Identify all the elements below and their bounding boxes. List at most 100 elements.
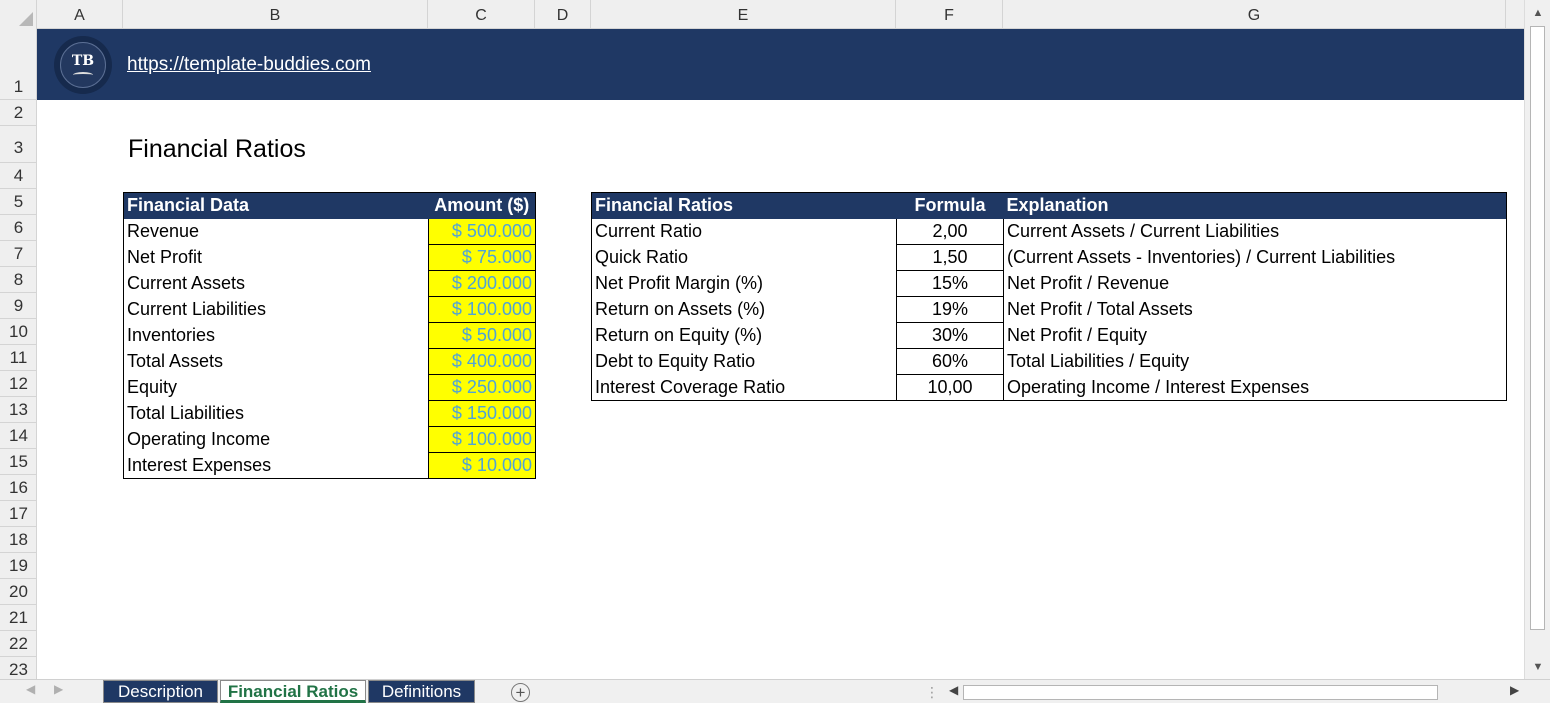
data-label-cell[interactable]: Net Profit bbox=[123, 244, 429, 271]
tab-scroll-left-icon[interactable]: ◀ bbox=[26, 682, 35, 696]
scroll-left-icon[interactable]: ◀ bbox=[949, 683, 958, 697]
column-heading-financial-ratios[interactable]: Financial Ratios bbox=[591, 192, 897, 219]
ratio-name-cell[interactable]: Return on Assets (%) bbox=[591, 296, 897, 323]
scroll-down-icon[interactable]: ▼ bbox=[1529, 658, 1547, 676]
data-label-cell[interactable]: Interest Expenses bbox=[123, 452, 429, 479]
row-header[interactable]: 19 bbox=[0, 553, 36, 579]
table-row: Total Assets $ 400.000 bbox=[123, 348, 536, 375]
row-header[interactable]: 11 bbox=[0, 345, 36, 371]
row-header[interactable]: 3 bbox=[0, 126, 36, 163]
ratio-explanation-cell[interactable]: Net Profit / Equity bbox=[1003, 322, 1507, 349]
column-heading-amount[interactable]: Amount ($) bbox=[428, 192, 536, 219]
ratio-name-cell[interactable]: Quick Ratio bbox=[591, 244, 897, 271]
tab-scroll-right-icon[interactable]: ▶ bbox=[54, 682, 63, 696]
column-heading-explanation[interactable]: Explanation bbox=[1003, 192, 1507, 219]
tab-splitter-handle[interactable]: ⋮ bbox=[925, 684, 939, 701]
data-label-cell[interactable]: Revenue bbox=[123, 218, 429, 245]
amount-input-cell[interactable]: $ 400.000 bbox=[428, 348, 536, 375]
ratio-value-cell[interactable]: 10,00 bbox=[896, 374, 1004, 401]
column-header-a[interactable]: A bbox=[37, 0, 123, 29]
row-header[interactable]: 9 bbox=[0, 293, 36, 319]
add-sheet-icon[interactable]: + bbox=[511, 683, 530, 702]
data-label-cell[interactable]: Operating Income bbox=[123, 426, 429, 453]
column-heading-formula[interactable]: Formula bbox=[896, 192, 1004, 219]
column-header-b[interactable]: B bbox=[123, 0, 428, 29]
scroll-up-icon[interactable]: ▲ bbox=[1529, 4, 1547, 22]
row-header[interactable]: 16 bbox=[0, 475, 36, 501]
ratio-name-cell[interactable]: Return on Equity (%) bbox=[591, 322, 897, 349]
website-link[interactable]: https://template-buddies.com bbox=[127, 54, 371, 76]
amount-input-cell[interactable]: $ 100.000 bbox=[428, 426, 536, 453]
row-header[interactable]: 22 bbox=[0, 631, 36, 657]
logo-text: TB bbox=[71, 53, 95, 69]
ratio-name-cell[interactable]: Current Ratio bbox=[591, 218, 897, 245]
amount-input-cell[interactable]: $ 500.000 bbox=[428, 218, 536, 245]
amount-input-cell[interactable]: $ 150.000 bbox=[428, 400, 536, 427]
column-header-g[interactable]: G bbox=[1003, 0, 1506, 29]
ratio-value-cell[interactable]: 1,50 bbox=[896, 244, 1004, 271]
scroll-right-icon[interactable]: ▶ bbox=[1510, 683, 1519, 697]
row-header[interactable]: 14 bbox=[0, 423, 36, 449]
ratio-name-cell[interactable]: Interest Coverage Ratio bbox=[591, 374, 897, 401]
table-row: Net Profit Margin (%) 15% Net Profit / Rev… bbox=[591, 270, 1507, 297]
book-icon bbox=[73, 72, 93, 78]
ratio-name-cell[interactable]: Net Profit Margin (%) bbox=[591, 270, 897, 297]
column-header-f[interactable]: F bbox=[896, 0, 1003, 29]
ratio-value-cell[interactable]: 19% bbox=[896, 296, 1004, 323]
row-header[interactable]: 20 bbox=[0, 579, 36, 605]
ratio-explanation-cell[interactable]: (Current Assets - Inventories) / Current… bbox=[1003, 244, 1507, 271]
ratio-value-cell[interactable]: 15% bbox=[896, 270, 1004, 297]
column-heading-financial-data[interactable]: Financial Data bbox=[123, 192, 429, 219]
row-header[interactable]: 15 bbox=[0, 449, 36, 475]
data-label-cell[interactable]: Current Liabilities bbox=[123, 296, 429, 323]
horizontal-scroll-thumb[interactable] bbox=[963, 685, 1438, 700]
ratio-explanation-cell[interactable]: Net Profit / Total Assets bbox=[1003, 296, 1507, 323]
data-label-cell[interactable]: Current Assets bbox=[123, 270, 429, 297]
row-header[interactable]: 17 bbox=[0, 501, 36, 527]
select-all-corner[interactable] bbox=[0, 0, 37, 29]
ratio-explanation-cell[interactable]: Operating Income / Interest Expenses bbox=[1003, 374, 1507, 401]
row-header[interactable]: 6 bbox=[0, 215, 36, 241]
ratio-explanation-cell[interactable]: Total Liabilities / Equity bbox=[1003, 348, 1507, 375]
amount-input-cell[interactable]: $ 10.000 bbox=[428, 452, 536, 479]
row-header[interactable]: 12 bbox=[0, 371, 36, 397]
tab-financial-ratios[interactable]: Financial Ratios bbox=[220, 680, 366, 703]
table-row: Return on Assets (%) 19% Net Profit / Tota… bbox=[591, 296, 1507, 323]
row-header[interactable]: 13 bbox=[0, 397, 36, 423]
row-header[interactable]: 23 bbox=[0, 657, 36, 679]
row-header[interactable]: 5 bbox=[0, 189, 36, 215]
data-label-cell[interactable]: Total Liabilities bbox=[123, 400, 429, 427]
row-header[interactable]: 10 bbox=[0, 319, 36, 345]
amount-input-cell[interactable]: $ 100.000 bbox=[428, 296, 536, 323]
ratio-value-cell[interactable]: 60% bbox=[896, 348, 1004, 375]
amount-input-cell[interactable]: $ 200.000 bbox=[428, 270, 536, 297]
data-label-cell[interactable]: Total Assets bbox=[123, 348, 429, 375]
vertical-scrollbar[interactable]: ▲ ▼ bbox=[1524, 0, 1550, 679]
tab-description[interactable]: Description bbox=[103, 680, 218, 703]
table-row: Operating Income $ 100.000 bbox=[123, 426, 536, 453]
row-header[interactable]: 4 bbox=[0, 163, 36, 189]
row-header[interactable]: 7 bbox=[0, 241, 36, 267]
column-header-c[interactable]: C bbox=[428, 0, 535, 29]
horizontal-scrollbar[interactable]: ◀ ▶ bbox=[945, 682, 1527, 702]
data-label-cell[interactable]: Inventories bbox=[123, 322, 429, 349]
data-label-cell[interactable]: Equity bbox=[123, 374, 429, 401]
ratio-explanation-cell[interactable]: Net Profit / Revenue bbox=[1003, 270, 1507, 297]
amount-input-cell[interactable]: $ 75.000 bbox=[428, 244, 536, 271]
ratio-name-cell[interactable]: Debt to Equity Ratio bbox=[591, 348, 897, 375]
column-header-d[interactable]: D bbox=[535, 0, 591, 29]
amount-input-cell[interactable]: $ 50.000 bbox=[428, 322, 536, 349]
ratio-explanation-cell[interactable]: Current Assets / Current Liabilities bbox=[1003, 218, 1507, 245]
row-header[interactable]: 8 bbox=[0, 267, 36, 293]
row-header[interactable]: 21 bbox=[0, 605, 36, 631]
ratio-value-cell[interactable]: 2,00 bbox=[896, 218, 1004, 245]
vertical-scroll-thumb[interactable] bbox=[1530, 26, 1545, 630]
amount-input-cell[interactable]: $ 250.000 bbox=[428, 374, 536, 401]
row-header[interactable]: 1 bbox=[0, 29, 36, 100]
row-header[interactable]: 18 bbox=[0, 527, 36, 553]
row-header[interactable]: 2 bbox=[0, 100, 36, 126]
table-row: Return on Equity (%) 30% Net Profit / Equi… bbox=[591, 322, 1507, 349]
tab-definitions[interactable]: Definitions bbox=[368, 680, 475, 703]
ratio-value-cell[interactable]: 30% bbox=[896, 322, 1004, 349]
column-header-e[interactable]: E bbox=[591, 0, 896, 29]
